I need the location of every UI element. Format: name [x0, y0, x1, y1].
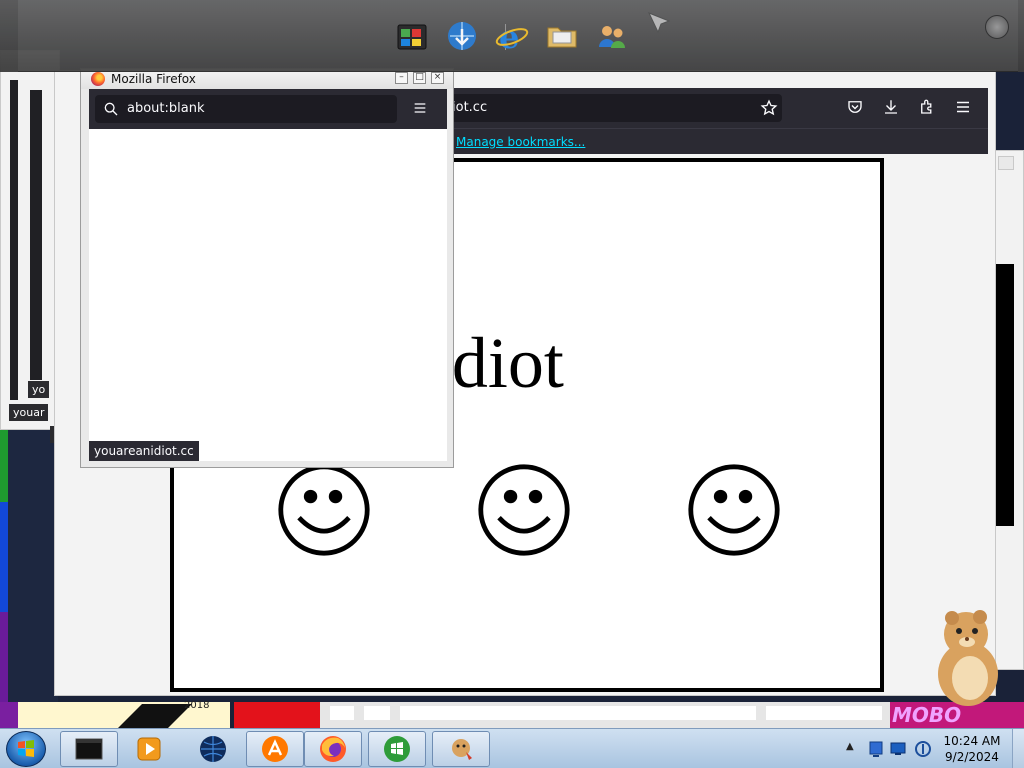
close-button[interactable]: × — [431, 72, 444, 84]
ghost-window-right-close — [998, 156, 1014, 170]
popup-title-bar[interactable]: Mozilla Firefox – □ × — [81, 69, 453, 89]
users-icon[interactable] — [594, 18, 630, 54]
strip-red — [234, 702, 320, 728]
strip-cell — [766, 706, 882, 720]
maximize-button[interactable]: □ — [413, 72, 426, 84]
main-url-text: iot.cc — [452, 100, 488, 115]
tray-network-icon[interactable] — [868, 740, 884, 758]
firefox-icon — [320, 736, 346, 762]
ghost-window-dark-1 — [10, 80, 18, 400]
desktop-stripe-green — [0, 430, 8, 502]
ghost-status-2: yo — [28, 381, 50, 398]
hamster-icon — [452, 739, 472, 760]
top-dock: e — [0, 0, 1024, 72]
popup-browser-window: Mozilla Firefox – □ × about:blank youare… — [80, 68, 454, 468]
pocket-icon[interactable] — [844, 96, 866, 118]
windows-logo-icon — [18, 740, 34, 757]
settings-icon[interactable] — [985, 15, 1009, 39]
taskbar-app-globe[interactable] — [184, 731, 242, 767]
clock-date: 9/2/2024 — [945, 750, 999, 764]
show-desktop-button[interactable] — [1012, 729, 1024, 768]
strip-black-wedge — [118, 704, 192, 728]
bookmarks-toolbar: Manage bookmarks... — [388, 128, 988, 154]
cursor-arrow-icon — [646, 10, 672, 39]
popup-status-bar: youareanidiot.cc — [89, 441, 199, 461]
system-icon[interactable] — [394, 18, 430, 54]
popup-url-text: about:blank — [127, 101, 205, 116]
downloads-icon[interactable] — [880, 96, 902, 118]
taskbar-app-firefox[interactable] — [304, 731, 362, 767]
globe-download-icon[interactable] — [444, 18, 480, 54]
clock[interactable]: 10:24 AM 9/2/2024 — [924, 733, 1020, 765]
taskbar-app-windows-live[interactable] — [368, 731, 426, 767]
main-browser-toolbar: iot.cc — [388, 88, 988, 128]
ghost-status-1: youar — [9, 404, 49, 421]
globe-icon — [200, 736, 226, 762]
minimize-button[interactable]: – — [395, 72, 408, 84]
start-button[interactable] — [6, 731, 46, 767]
top-dock-panel: e — [18, 0, 1018, 72]
smiley-icon — [278, 464, 370, 556]
avast-icon — [262, 736, 288, 762]
popup-toolbar: about:blank — [89, 89, 447, 129]
bottom-ghost-strip: 2018 MOBO — [0, 700, 1024, 728]
hamster-mascot-icon[interactable] — [920, 604, 1010, 708]
strip-cell — [330, 706, 354, 720]
strip-cell — [400, 706, 756, 720]
taskbar-app-avast[interactable] — [246, 731, 304, 767]
desktop-stripe-purple — [0, 612, 8, 702]
windows-live-icon — [384, 736, 410, 762]
strip-purple — [0, 702, 18, 728]
search-icon — [100, 98, 122, 120]
bookmark-star-icon[interactable] — [758, 97, 780, 119]
taskbar-app-media-player[interactable] — [120, 731, 178, 767]
tray-expand-icon[interactable]: ▲ — [846, 741, 854, 752]
smiley-icon — [688, 464, 780, 556]
clock-time: 10:24 AM — [943, 734, 1001, 748]
popup-url-bar[interactable]: about:blank — [95, 95, 397, 123]
strip-note: 2018 — [18, 700, 230, 728]
folder-icon[interactable] — [544, 18, 580, 54]
taskbar: ▲ 10:24 AM 9/2/2024 — [0, 728, 1024, 768]
extensions-icon[interactable] — [916, 96, 938, 118]
ghost-window-dark-2 — [30, 90, 42, 380]
popup-blank-page — [89, 129, 447, 461]
desktop-panel-dark — [8, 430, 58, 702]
firefox-logo-icon — [91, 72, 105, 86]
media-player-icon — [137, 737, 161, 761]
menu-icon[interactable] — [952, 96, 974, 118]
ghost-window-right-dark — [996, 264, 1014, 526]
strip-gray — [320, 702, 890, 728]
tray-monitor-icon[interactable] — [890, 741, 906, 757]
strip-label: 2018 — [184, 700, 210, 711]
popup-window-title: Mozilla Firefox — [111, 72, 196, 86]
terminal-icon — [75, 738, 103, 760]
manage-bookmarks-link[interactable]: Manage bookmarks... — [456, 135, 585, 149]
desktop-stripe-blue — [0, 502, 8, 612]
strip-cell — [364, 706, 390, 720]
internet-explorer-icon[interactable]: e — [494, 18, 530, 54]
smiley-icon — [478, 464, 570, 556]
taskbar-app-hamster[interactable] — [432, 731, 490, 767]
taskbar-app-terminal[interactable] — [60, 731, 118, 767]
menu-icon[interactable] — [409, 97, 431, 119]
